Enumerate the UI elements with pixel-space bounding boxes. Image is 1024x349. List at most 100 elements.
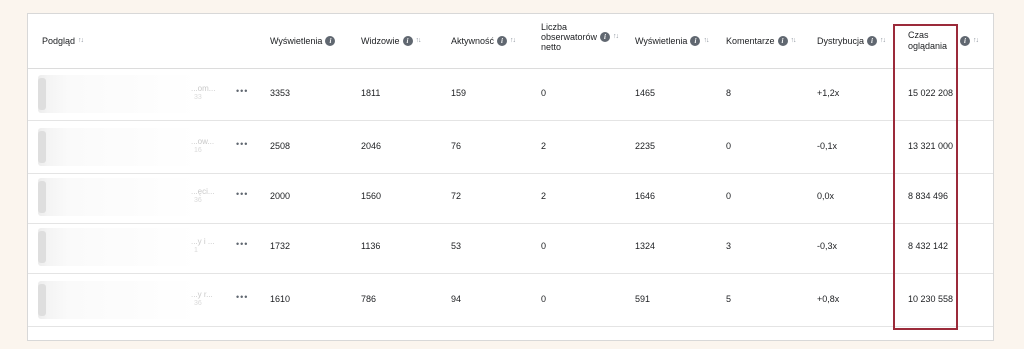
comments-cell: 0 [726, 191, 732, 201]
content-table-panel: Podgląd ↑↓ Wyświetlenia i Widzowie i ↑↓ … [27, 13, 994, 341]
viewers-cell: 1136 [361, 241, 381, 251]
video-title: ...om... [191, 84, 216, 93]
header-net-followers[interactable]: Liczba obserwatorów netto i ↑↓ [541, 22, 619, 52]
views-2-cell: 1465 [635, 88, 656, 98]
header-viewers-label: Widzowie [361, 36, 400, 46]
more-options-icon[interactable]: ••• [236, 86, 248, 96]
header-net-followers-line1: Liczba [541, 22, 568, 32]
distribution-cell: +0,8x [817, 294, 840, 304]
watch-time-cell: 10 230 558 [908, 294, 954, 304]
distribution-cell: 0,0x [817, 191, 835, 201]
video-title: ...y i ... [191, 237, 215, 246]
sort-arrows-icon[interactable]: ↑↓ [703, 36, 709, 46]
sort-arrows-icon[interactable]: ↑↓ [973, 36, 979, 46]
views-2-cell: 1324 [635, 241, 656, 251]
header-views-2-label: Wyświetlenia [635, 36, 688, 46]
viewers-cell: 786 [361, 294, 377, 304]
video-title: ...y r... [191, 290, 213, 299]
watch-time-cell: 8 432 142 [908, 241, 949, 251]
views-cell: 3353 [270, 88, 291, 98]
activity-cell: 53 [451, 241, 462, 251]
header-views-2[interactable]: Wyświetlenia i ↑↓ [635, 36, 709, 46]
sort-arrows-icon[interactable]: ↑↓ [791, 36, 797, 46]
net-followers-cell: 2 [541, 191, 547, 201]
video-date: 33 [194, 94, 202, 101]
net-followers-cell: 2 [541, 141, 547, 151]
more-options-icon[interactable]: ••• [236, 189, 248, 199]
sort-arrows-icon[interactable]: ↑↓ [880, 36, 886, 46]
table-row[interactable]: ...om... 33 ••• 3353 1811 159 0 1465 8 +1,2x 15 02… [28, 68, 993, 121]
net-followers-cell: 0 [541, 88, 547, 98]
info-icon[interactable]: i [960, 36, 970, 46]
views-2-cell: 2235 [635, 141, 656, 151]
distribution-cell: -0,1x [817, 141, 838, 151]
header-views-label: Wyświetlenia [270, 36, 323, 46]
video-thumbnail[interactable] [38, 128, 198, 166]
viewers-cell: 1560 [361, 191, 382, 201]
views-cell: 2508 [270, 141, 291, 151]
activity-cell: 94 [451, 294, 462, 304]
table-header: Podgląd ↑↓ Wyświetlenia i Widzowie i ↑↓ … [28, 14, 993, 69]
activity-cell: 76 [451, 141, 462, 151]
video-date: 36 [194, 300, 202, 307]
header-views[interactable]: Wyświetlenia i [270, 36, 336, 46]
table-row[interactable]: ...ow... 16 ••• 2508 2046 76 2 2235 0 -0,1x 13 321… [28, 121, 993, 174]
info-icon[interactable]: i [690, 36, 701, 46]
comments-cell: 8 [726, 88, 732, 98]
header-watch-time-actions[interactable]: i ↑↓ [960, 36, 979, 46]
info-icon[interactable]: i [867, 36, 878, 46]
net-followers-cell: 0 [541, 241, 547, 251]
header-watch-time[interactable]: Czas oglądania [908, 30, 947, 51]
header-net-followers-label: Liczba obserwatorów netto [541, 22, 597, 52]
comments-cell: 5 [726, 294, 732, 304]
views-cell: 1732 [270, 241, 291, 251]
info-icon[interactable]: i [497, 36, 508, 46]
viewers-cell: 1811 [361, 88, 381, 98]
video-date: 36 [194, 197, 202, 204]
distribution-cell: -0,3x [817, 241, 838, 251]
comments-cell: 0 [726, 141, 732, 151]
video-title: ...ow... [191, 137, 215, 146]
more-options-icon[interactable]: ••• [236, 239, 248, 249]
more-options-icon[interactable]: ••• [236, 292, 248, 302]
sort-arrows-icon[interactable]: ↑↓ [510, 36, 516, 46]
more-options-icon[interactable]: ••• [236, 139, 248, 149]
activity-cell: 159 [451, 88, 467, 98]
header-watch-time-line1: Czas [908, 30, 929, 40]
views-2-cell: 1646 [635, 191, 656, 201]
header-viewers[interactable]: Widzowie i ↑↓ [361, 36, 422, 46]
sort-arrows-icon[interactable]: ↑↓ [416, 36, 422, 46]
comments-cell: 3 [726, 241, 732, 251]
views-cell: 2000 [270, 191, 291, 201]
table-row[interactable]: ...ęci... 36 ••• 2000 1560 72 2 1646 0 0,0x 8 834 … [28, 171, 993, 224]
distribution-cell: +1,2x [817, 88, 840, 98]
header-preview[interactable]: Podgląd ↑↓ [42, 36, 84, 46]
video-thumbnail[interactable] [38, 281, 198, 319]
sort-arrows-icon[interactable]: ↑↓ [613, 32, 619, 42]
info-icon[interactable]: i [600, 32, 611, 42]
net-followers-cell: 0 [541, 294, 547, 304]
video-title: ...ęci... [191, 187, 215, 196]
sort-arrows-icon[interactable]: ↑↓ [78, 36, 84, 46]
header-activity[interactable]: Aktywność i ↑↓ [451, 36, 516, 46]
video-date: 1 [194, 247, 198, 254]
table-row[interactable]: ...y i ... 1 ••• 1732 1136 53 0 1324 3 -0,3x 8 432… [28, 221, 993, 274]
table-row[interactable]: ...y r... 36 ••• 1610 786 94 0 591 5 +0,8x 10 230 … [28, 274, 993, 327]
watch-time-cell: 13 321 000 [908, 141, 954, 151]
header-comments[interactable]: Komentarze i ↑↓ [726, 36, 797, 46]
info-icon[interactable]: i [777, 36, 788, 46]
header-distribution[interactable]: Dystrybucja i ↑↓ [817, 36, 886, 46]
header-preview-label: Podgląd [42, 36, 76, 46]
activity-cell: 72 [451, 191, 462, 201]
info-icon[interactable]: i [402, 36, 413, 46]
video-thumbnail[interactable] [38, 75, 198, 113]
video-thumbnail[interactable] [38, 178, 198, 216]
header-net-followers-line3: netto [541, 42, 562, 52]
video-date: 16 [194, 147, 202, 154]
watch-time-cell: 8 834 496 [908, 191, 949, 201]
header-distribution-label: Dystrybucja [817, 36, 865, 46]
video-thumbnail[interactable] [38, 228, 198, 266]
views-cell: 1610 [270, 294, 291, 304]
header-comments-label: Komentarze [726, 36, 775, 46]
info-icon[interactable]: i [325, 36, 336, 46]
